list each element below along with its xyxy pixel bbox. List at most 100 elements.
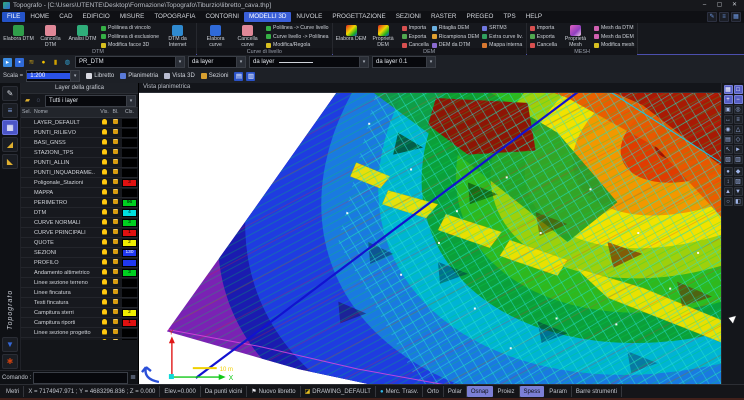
view-tool-button[interactable]: ▦ [723, 84, 733, 94]
layer-color-cell[interactable] [121, 328, 138, 337]
table-row[interactable]: ✓ Linee sezione terreno [21, 278, 138, 288]
layer-color-cell[interactable] [121, 158, 138, 167]
lock-icon[interactable] [110, 139, 121, 146]
ribbon-small-button[interactable]: Modifica/Regola [266, 42, 329, 48]
menu-tab[interactable]: CONTORNI [200, 12, 243, 22]
status-item[interactable]: Orto [423, 386, 444, 397]
menu-tab[interactable]: TOPOGRAFIA [149, 12, 200, 22]
status-item[interactable]: Barre strumenti [572, 386, 622, 397]
ribbon-small-button[interactable]: Importa [401, 25, 429, 31]
linetype-select[interactable]: da layer ▾ [249, 56, 369, 68]
view-tool-button[interactable]: ↔ [723, 114, 733, 124]
chevron-down-icon[interactable]: ▾ [126, 95, 135, 106]
annotate-icon[interactable]: ✎ [707, 12, 717, 22]
visibility-lamp-icon[interactable] [99, 129, 110, 136]
ribbon-button[interactable]: Elabora curve [200, 24, 231, 48]
visibility-lamp-icon[interactable] [99, 199, 110, 206]
menu-tab[interactable]: PROGETTAZIONE [327, 12, 390, 22]
lock-icon[interactable] [110, 149, 121, 156]
table-row[interactable]: ✓ Campitura sterri 2 [21, 308, 138, 318]
layer-color-cell[interactable]: 130 [121, 248, 138, 257]
lock-icon[interactable] [110, 249, 121, 256]
status-item[interactable]: Proiez [494, 386, 520, 397]
ribbon-button[interactable]: Cancella DTM [35, 24, 66, 48]
gears-icon[interactable]: ✱ [2, 354, 18, 369]
folder-icon[interactable]: ▰ [23, 96, 32, 105]
status-item[interactable]: Polar [444, 386, 467, 397]
lock-icon[interactable] [110, 279, 121, 286]
visibility-lamp-icon[interactable] [99, 189, 110, 196]
ribbon-small-button[interactable]: Mesh da DEM [593, 34, 634, 40]
visibility-lamp-icon[interactable] [99, 179, 110, 186]
lamp-icon[interactable]: ● [39, 58, 48, 67]
chevron-down-icon[interactable]: ▾ [426, 57, 435, 67]
layer-color-cell[interactable]: 2 [121, 308, 138, 317]
grid-icon[interactable]: ▦ [731, 12, 741, 22]
ribbon-small-button[interactable]: Polilinea di esclusione [101, 34, 159, 40]
ribbon-small-button[interactable]: Cancella [529, 42, 557, 48]
lock-icon[interactable] [110, 219, 121, 226]
ribbon-small-button[interactable]: Mappa interna [482, 42, 523, 48]
visibility-lamp-icon[interactable] [99, 299, 110, 306]
table-row[interactable]: ✓ PUNTI_ALLIN [21, 158, 138, 168]
lock-icon[interactable] [110, 259, 121, 266]
visibility-lamp-icon[interactable] [99, 169, 110, 176]
layer-select[interactable]: PR_DTM ▾ [75, 56, 185, 68]
lock-icon[interactable] [110, 209, 121, 216]
layer-color-cell[interactable] [121, 148, 138, 157]
lock-icon[interactable] [110, 129, 121, 136]
table-row[interactable]: ✓ Andamento altimetrico 3 [21, 268, 138, 278]
view-toggle-button[interactable]: Vista 3D [161, 71, 198, 82]
visibility-lamp-icon[interactable] [99, 319, 110, 326]
edit-tool-button[interactable]: ◆ [733, 166, 743, 176]
move-hand-icon[interactable]: ◣ [2, 154, 18, 169]
layer-filter-select[interactable]: Tutti i layer ▾ [45, 94, 136, 107]
view-tool-button[interactable]: + [723, 94, 733, 104]
ribbon-small-button[interactable]: Polilinea -> Curve livello [266, 25, 329, 31]
menu-tab[interactable]: MISURE [115, 12, 150, 22]
table-row[interactable]: ✓ LAYER_DEFAULT [21, 118, 138, 128]
maximize-button[interactable]: ▢ [713, 1, 726, 10]
menu-tab[interactable]: TPS [498, 12, 520, 22]
status-item[interactable]: Param [545, 386, 572, 397]
layer-color-cell[interactable] [121, 288, 138, 297]
save-icon[interactable]: ▪ [15, 57, 24, 67]
visibility-lamp-icon[interactable] [99, 259, 110, 266]
ribbon-small-button[interactable]: Extra curve liv. [482, 34, 523, 40]
chevron-down-icon[interactable]: ▾ [359, 57, 368, 67]
lock-icon[interactable] [110, 199, 121, 206]
view-tool-button[interactable]: ≡ [733, 114, 743, 124]
view-toggle-button[interactable]: Sezioni [198, 71, 232, 82]
edit-tool-button[interactable]: ↕ [723, 176, 733, 186]
layer-color-cell[interactable] [121, 168, 138, 177]
status-item[interactable]: ⚑ Nuovo libretto [247, 386, 301, 397]
view-tool-button[interactable]: ◎ [733, 104, 743, 114]
table-row[interactable]: ✓ PUNTI_INQUADRAME.. [21, 168, 138, 178]
table-row[interactable]: ✓ QUOTE 2 [21, 238, 138, 248]
status-item[interactable]: ● Merc. Trasv. [376, 386, 424, 397]
menu-tab[interactable]: EDIFICIO [78, 12, 115, 22]
ribbon-small-button[interactable]: DEM da DTM [431, 42, 479, 48]
edit-tool-button[interactable]: ▼ [733, 186, 743, 196]
lock-icon[interactable] [110, 309, 121, 316]
ribbon-small-button[interactable]: Importa [529, 25, 557, 31]
menu-tab[interactable]: MODELLI 3D [243, 12, 292, 22]
visibility-lamp-icon[interactable] [99, 149, 110, 156]
layers-icon[interactable]: ≋ [27, 58, 36, 67]
layer-color-cell[interactable] [121, 128, 138, 137]
layer-color-cell[interactable] [121, 258, 138, 267]
view-tool-button[interactable]: ► [733, 144, 743, 154]
view-toggle-button[interactable]: Planimetria [117, 71, 161, 82]
ribbon-small-button[interactable]: Mesh da DTM [593, 25, 634, 31]
ribbon-small-button[interactable]: Ricampiona DEM [431, 34, 479, 40]
chevron-down-icon[interactable]: ▾ [70, 71, 80, 81]
table-row[interactable]: ✓ PROFILO [21, 258, 138, 268]
table-row[interactable]: ✓ CURVE PRINCIPALI 1 [21, 228, 138, 238]
visibility-lamp-icon[interactable] [99, 289, 110, 296]
visibility-lamp-icon[interactable] [99, 159, 110, 166]
list-icon[interactable]: ≡ [719, 12, 729, 22]
visibility-lamp-icon[interactable] [99, 329, 110, 336]
color-select[interactable]: da layer ▾ [188, 56, 246, 68]
close-button[interactable]: ✕ [728, 1, 741, 10]
edit-tool-button[interactable]: ◧ [733, 196, 743, 206]
